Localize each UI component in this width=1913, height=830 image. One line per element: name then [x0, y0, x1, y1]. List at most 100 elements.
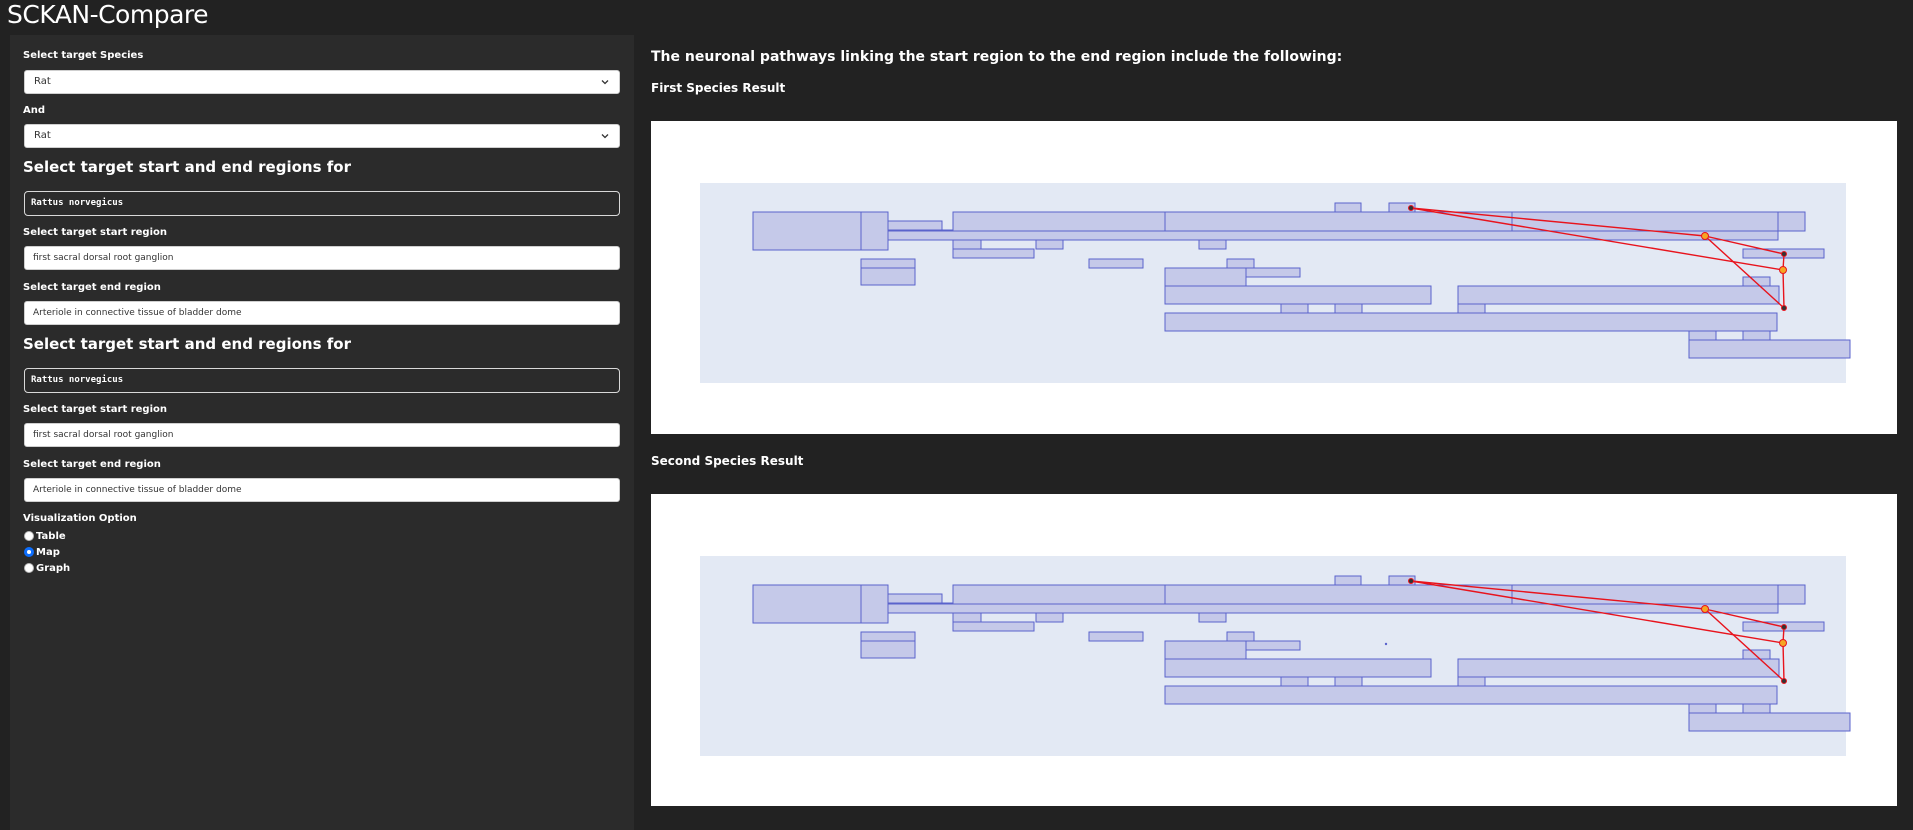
- map-region[interactable]: [752, 211, 862, 251]
- map-region[interactable]: [1457, 676, 1486, 687]
- map-region[interactable]: [1164, 211, 1513, 232]
- map-region[interactable]: [1164, 640, 1247, 660]
- second-species-map-svg[interactable]: [651, 494, 1897, 806]
- map-region[interactable]: [1035, 239, 1064, 250]
- first-species-map-svg[interactable]: [651, 121, 1897, 434]
- map-region[interactable]: [1164, 658, 1432, 678]
- radio-graph-label: Graph: [36, 562, 71, 574]
- section2-end-input[interactable]: Arteriole in connective tissue of bladde…: [24, 478, 620, 502]
- pathway-node[interactable]: [1701, 232, 1709, 240]
- section1-end-input[interactable]: Arteriole in connective tissue of bladde…: [24, 301, 620, 325]
- radio-graph[interactable]: Graph: [24, 561, 70, 575]
- radio-graph-circle[interactable]: [24, 563, 34, 573]
- map-region[interactable]: [1742, 330, 1771, 341]
- map-region[interactable]: [860, 640, 916, 659]
- map-region[interactable]: [1334, 575, 1362, 586]
- section1-start-value: first sacral dorsal root ganglion: [33, 253, 174, 263]
- map-region[interactable]: [1245, 640, 1301, 651]
- map-region[interactable]: [860, 631, 916, 642]
- pathway-node[interactable]: [1781, 305, 1787, 311]
- map-region[interactable]: [952, 211, 1166, 232]
- map-region[interactable]: [1742, 276, 1771, 287]
- section1-start-label: Select target start region: [23, 227, 168, 238]
- map-region[interactable]: [887, 593, 943, 604]
- map-region[interactable]: [1334, 303, 1363, 314]
- first-species-map[interactable]: [651, 121, 1897, 434]
- species-select[interactable]: Rat: [24, 70, 620, 94]
- radio-table-circle[interactable]: [24, 531, 34, 541]
- map-region[interactable]: [1777, 211, 1806, 232]
- map-region[interactable]: [1280, 676, 1309, 687]
- map-region[interactable]: [1198, 612, 1227, 623]
- pathway-node[interactable]: [1779, 266, 1787, 274]
- map-region[interactable]: [887, 230, 1779, 241]
- radio-table[interactable]: Table: [24, 529, 66, 543]
- map-region[interactable]: [860, 267, 916, 286]
- map-region[interactable]: [1226, 631, 1255, 642]
- viz-option-label: Visualization Option: [23, 513, 137, 524]
- first-species-result-label: First Species Result: [651, 81, 786, 95]
- radio-map-circle[interactable]: [24, 547, 34, 557]
- map-region[interactable]: [1742, 703, 1771, 714]
- chevron-down-icon: [601, 134, 609, 139]
- section2-species-code: Rattus norvegicus: [24, 368, 620, 393]
- pathway-line: [1782, 269, 1785, 309]
- section1-end-label: Select target end region: [23, 282, 161, 293]
- map-region[interactable]: [952, 584, 1166, 605]
- map-region[interactable]: [952, 621, 1035, 632]
- map-region[interactable]: [1457, 303, 1486, 314]
- map-region[interactable]: [1164, 285, 1432, 305]
- section1-start-input[interactable]: first sacral dorsal root ganglion: [24, 246, 620, 270]
- pathway-node[interactable]: [1701, 605, 1709, 613]
- map-region[interactable]: [1688, 703, 1717, 714]
- map-region[interactable]: [1226, 258, 1255, 269]
- species2-select[interactable]: Rat: [24, 124, 620, 148]
- map-region[interactable]: [1688, 712, 1851, 732]
- map-region[interactable]: [860, 258, 916, 269]
- map-region[interactable]: [1280, 303, 1309, 314]
- map-region[interactable]: [1164, 312, 1778, 332]
- map-region[interactable]: [1457, 658, 1780, 678]
- map-region[interactable]: [952, 239, 982, 250]
- pathway-node[interactable]: [1408, 578, 1414, 584]
- second-species-map[interactable]: [651, 494, 1897, 806]
- map-region[interactable]: [1742, 649, 1771, 660]
- map-region[interactable]: [1334, 202, 1362, 213]
- map-region[interactable]: [860, 211, 889, 251]
- radio-map-label: Map: [36, 546, 60, 558]
- pathway-node[interactable]: [1408, 205, 1414, 211]
- map-region[interactable]: [1457, 285, 1780, 305]
- map-region[interactable]: [1164, 584, 1513, 605]
- map-region[interactable]: [1334, 676, 1363, 687]
- map-region[interactable]: [887, 220, 943, 231]
- map-region[interactable]: [887, 603, 1779, 614]
- pathway-node[interactable]: [1781, 678, 1787, 684]
- map-region[interactable]: [1198, 239, 1227, 250]
- map-region[interactable]: [1688, 339, 1851, 359]
- pathway-node[interactable]: [1779, 639, 1787, 647]
- pathway-node[interactable]: [1781, 624, 1787, 630]
- radio-map[interactable]: Map: [24, 545, 60, 559]
- section1-species-code-text: Rattus norvegicus: [31, 198, 124, 208]
- section1-end-value: Arteriole in connective tissue of bladde…: [33, 308, 242, 318]
- map-region[interactable]: [1088, 631, 1144, 642]
- map-region[interactable]: [1088, 258, 1144, 269]
- and-label: And: [23, 105, 46, 116]
- map-region[interactable]: [1777, 584, 1806, 605]
- pathway-node[interactable]: [1781, 251, 1787, 257]
- map-region[interactable]: [1245, 267, 1301, 278]
- section2-start-input[interactable]: first sacral dorsal root ganglion: [24, 423, 620, 447]
- map-region[interactable]: [952, 612, 982, 623]
- map-region[interactable]: [860, 584, 889, 624]
- map-region[interactable]: [1688, 330, 1717, 341]
- map-region[interactable]: [1164, 267, 1247, 287]
- map-region[interactable]: [1164, 685, 1778, 705]
- pathway-line: [1782, 642, 1785, 682]
- results-heading: The neuronal pathways linking the start …: [651, 49, 1343, 65]
- section2-start-label: Select target start region: [23, 404, 168, 415]
- map-region[interactable]: [752, 584, 862, 624]
- map-region[interactable]: [952, 248, 1035, 259]
- sidebar: Select target Species Rat And Rat Select…: [10, 35, 634, 830]
- species-select-value: Rat: [34, 76, 51, 87]
- map-region[interactable]: [1035, 612, 1064, 623]
